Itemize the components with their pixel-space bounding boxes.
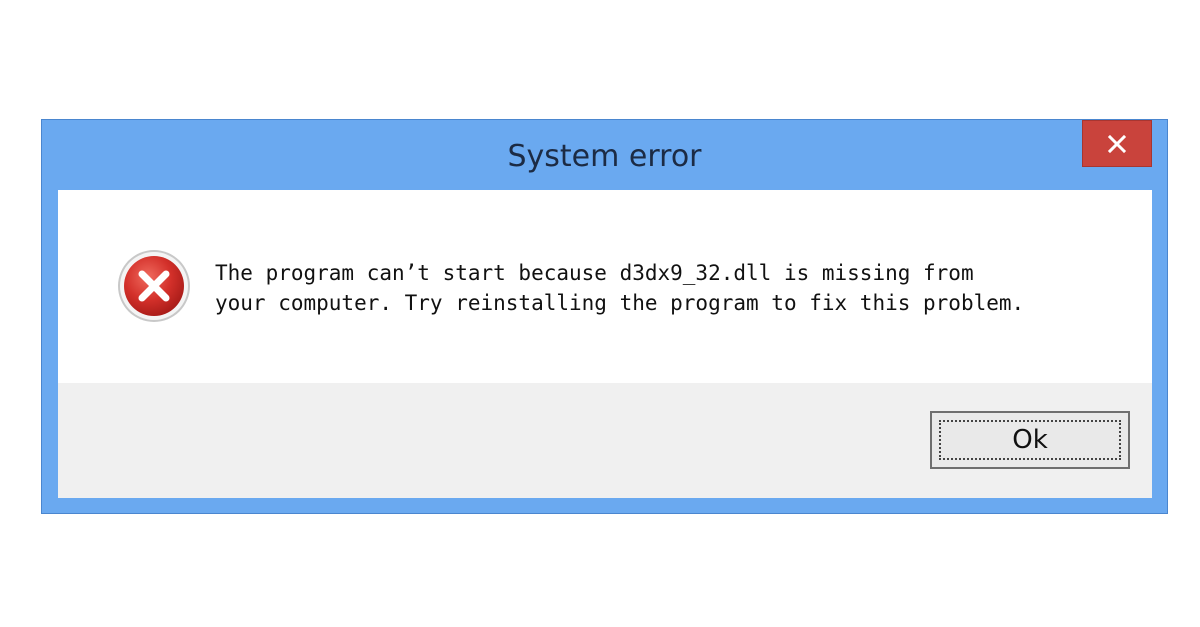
title-bar[interactable]: System error <box>42 120 1167 190</box>
error-message-line-1: The program can’t start because d3dx9_32… <box>215 261 974 285</box>
ok-button-label: Ok <box>1012 425 1048 455</box>
error-message: The program can’t start because d3dx9_32… <box>215 258 1024 318</box>
close-icon <box>1107 134 1127 153</box>
button-bar: Ok <box>58 383 1152 498</box>
dialog-title: System error <box>507 139 702 174</box>
system-error-dialog: System error The program can’t start bec… <box>41 119 1168 514</box>
error-message-line-2: your computer. Try reinstalling the prog… <box>215 291 1025 315</box>
message-area: The program can’t start because d3dx9_32… <box>58 190 1152 383</box>
close-button[interactable] <box>1082 120 1152 167</box>
dialog-body: The program can’t start because d3dx9_32… <box>58 190 1152 498</box>
ok-button[interactable]: Ok <box>930 411 1130 469</box>
error-icon <box>118 250 190 322</box>
